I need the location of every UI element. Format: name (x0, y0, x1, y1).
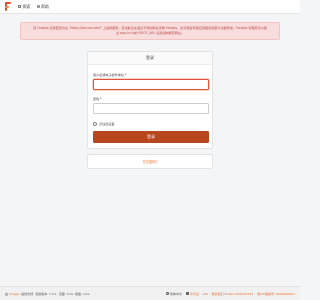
password-input[interactable] (93, 103, 209, 114)
footer-powered-prefix: 由 (5, 291, 9, 296)
footer-contact[interactable]: 联系我们:Email 2424071743 (212, 292, 253, 296)
nav-explore-label: 探索 (22, 3, 31, 9)
root-url-warning: 您 Forgejo 实例配置为在 "https://secure.com/" 上… (20, 22, 280, 40)
footer-powered-suffix: 提供支持 (21, 291, 34, 296)
forgot-password-link[interactable]: 忘记密码? (143, 159, 158, 164)
footer-icp[interactable]: 鲁ICP备案号: 0014620001 (257, 292, 295, 296)
nav-explore[interactable]: 探索 (18, 4, 31, 10)
nav-help[interactable]: 帮助 (36, 3, 49, 10)
username-label: 用户名或电子邮件地址 * (93, 73, 127, 77)
footer-licenses-link[interactable]: 许可证 (186, 292, 199, 296)
language-selector[interactable]: 简体中文 (166, 292, 182, 296)
warning-text: 您 Forgejo 实例配置为在 "https://secure.com/" 上… (33, 26, 267, 35)
forgejo-logo-icon[interactable] (5, 2, 12, 11)
remember-label: 记住此设备 (99, 122, 115, 126)
footer-page-time: 页面: 1ms (58, 291, 74, 296)
remember-device[interactable]: 记住此设备 (93, 121, 207, 126)
login-button[interactable]: 登录 (93, 131, 209, 143)
password-label: 密码 * (93, 97, 102, 101)
username-input[interactable] (93, 79, 209, 90)
language-label: 简体中文 (170, 291, 183, 296)
explore-icon (18, 5, 21, 8)
forgot-password-box: 忘记密码? (87, 154, 213, 169)
license-icon (186, 292, 190, 295)
login-panel: 登录 用户名或电子邮件地址 * 密码 * 记住此设备 登录 (87, 51, 213, 149)
top-navbar: 探索 帮助 (0, 0, 300, 14)
remember-checkbox[interactable] (93, 121, 97, 126)
footer-api-link[interactable]: API (203, 292, 208, 296)
footer-template-time: 模板: 1ms (75, 291, 90, 296)
login-title: 登录 (88, 52, 212, 65)
license-label: 许可证 (190, 291, 200, 296)
footer-forgejo-link[interactable]: Forgejo (9, 292, 20, 296)
help-icon (36, 5, 40, 8)
footer-version: 当前版本: 7.0.1 (35, 291, 57, 296)
globe-icon (166, 292, 169, 295)
nav-help-label: 帮助 (41, 3, 49, 9)
page-footer: 由 Forgejo 提供支持 当前版本: 7.0.1 页面: 1ms 模板: 1… (0, 286, 300, 300)
